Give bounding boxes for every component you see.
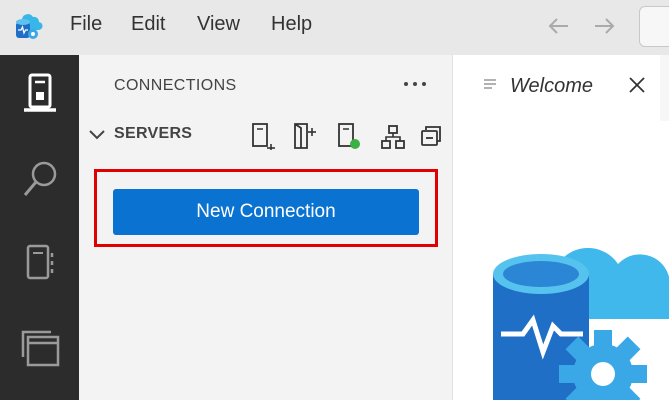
show-active-connections-icon (338, 123, 360, 149)
activity-notebooks[interactable] (12, 233, 67, 293)
notebooks-icon (26, 244, 53, 280)
activity-bar (0, 55, 79, 400)
tab-close-button[interactable] (625, 73, 649, 97)
editor-area: Welcome (452, 55, 669, 400)
forward-arrow-icon[interactable] (591, 13, 617, 39)
server-tree-icon (381, 125, 405, 149)
servers-label: SERVERS (114, 125, 193, 142)
tab-welcome[interactable]: Welcome (452, 55, 660, 121)
collapse-all-button[interactable] (417, 121, 445, 151)
collapse-all-icon (421, 126, 441, 146)
search-icon (23, 161, 56, 196)
menu-file[interactable]: File (70, 13, 102, 36)
title-bar: File Edit View Help (0, 0, 669, 55)
connections-icon (23, 73, 56, 112)
new-server-group-icon (294, 123, 316, 149)
activity-search[interactable] (12, 150, 67, 210)
welcome-page (452, 121, 669, 400)
more-actions-button[interactable] (401, 71, 429, 97)
close-icon (629, 77, 645, 93)
menu-view[interactable]: View (197, 13, 240, 36)
new-connection-button[interactable]: New Connection (113, 189, 419, 235)
servers-section-header[interactable]: SERVERS (87, 121, 452, 151)
new-connection-toolbar-button[interactable] (249, 121, 277, 151)
back-arrow-icon[interactable] (546, 13, 572, 39)
app-logo-icon (16, 14, 43, 39)
server-tree-button[interactable] (379, 121, 407, 151)
menu-edit[interactable]: Edit (131, 13, 165, 36)
extensions-icon (21, 330, 59, 367)
tab-welcome-label: Welcome (510, 75, 593, 97)
ellipsis-icon (404, 82, 426, 86)
panel-title: CONNECTIONS (114, 77, 237, 94)
command-center-box[interactable] (639, 6, 669, 47)
new-connection-icon (252, 123, 275, 150)
connections-panel: CONNECTIONS SERVERS New Connection (79, 55, 452, 400)
document-lines-icon (484, 79, 496, 89)
chevron-down-icon (89, 130, 105, 140)
menu-help[interactable]: Help (271, 13, 312, 36)
activity-extensions[interactable] (12, 317, 67, 377)
show-active-connections-button[interactable] (335, 121, 363, 151)
new-server-group-button[interactable] (291, 121, 319, 151)
azure-data-studio-logo-icon (493, 247, 669, 400)
activity-connections[interactable] (12, 65, 67, 125)
